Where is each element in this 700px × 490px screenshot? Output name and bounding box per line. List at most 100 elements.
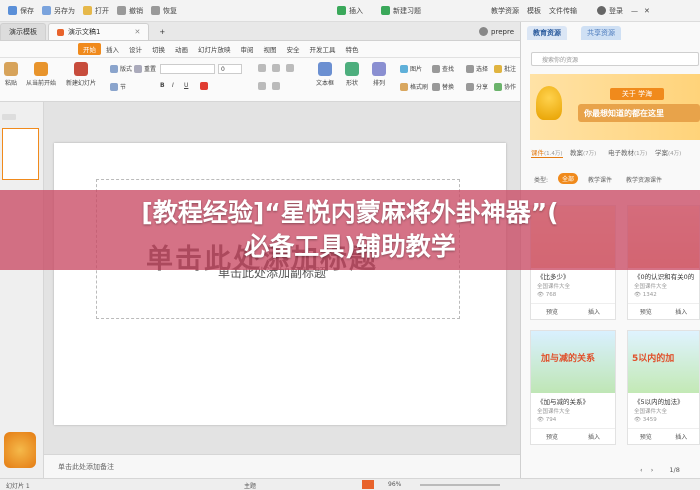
title-bar: 保存 另存为 打开 撤销 恢复 插入 新建习题 教学资源 模板 文件传输 登录 … [0, 0, 700, 22]
next-page-button[interactable]: › [651, 466, 654, 474]
paste-icon [4, 62, 18, 76]
preview-button[interactable]: 预览 [628, 307, 664, 316]
ribbon-tab[interactable]: 动画 [170, 44, 193, 54]
ribbon-tab[interactable]: 插入 [101, 44, 124, 54]
align-left-button[interactable] [258, 64, 266, 72]
prev-page-button[interactable]: ‹ [640, 466, 643, 474]
plus-icon: + [159, 27, 166, 36]
tab-templates[interactable]: 演示模板 [0, 23, 46, 40]
pane-tab[interactable] [2, 114, 16, 120]
category-courseware[interactable]: 课件(1.4万) [531, 147, 563, 158]
insert-button[interactable]: 插入 [573, 307, 615, 316]
minimize-icon: — [631, 6, 638, 15]
font-color-button[interactable] [200, 82, 208, 90]
comment-button[interactable]: 批注 [494, 64, 516, 73]
tab-edu-resources[interactable]: 教育资源 [527, 26, 567, 40]
play-slideshow-button[interactable] [362, 480, 374, 489]
user-indicator: prepre [479, 27, 514, 36]
category-ebook[interactable]: 电子教材(1万) [608, 147, 647, 157]
type-filter: 类型: 全部 教学课件 教学资源课件 [530, 172, 700, 186]
from-current-button[interactable]: 从当前开始 [26, 62, 56, 87]
tab-shared-resources[interactable]: 共享资源 [581, 26, 621, 40]
italic-button[interactable]: I [172, 82, 174, 89]
category-study-plan[interactable]: 学案(4万) [655, 147, 681, 157]
picture-button[interactable]: 图片 [400, 64, 422, 73]
new-lesson-button[interactable]: 新建习题 [381, 6, 421, 16]
minimize-button[interactable]: — [631, 7, 638, 15]
ribbon-tab[interactable]: 开发工具 [305, 44, 341, 54]
share-icon [466, 82, 474, 91]
close-button[interactable]: ✕ [644, 7, 650, 15]
preview-button[interactable]: 预览 [531, 307, 573, 316]
save-as-button[interactable]: 另存为 [42, 6, 75, 16]
ribbon-tab[interactable]: 开始 [78, 43, 101, 55]
promo-banner[interactable]: 关于 学海 你最想知道的都在这里 [530, 74, 700, 140]
align-center-icon [272, 64, 280, 72]
ribbon-tab[interactable]: 设计 [124, 44, 147, 54]
replace-button[interactable]: 替换 [432, 82, 454, 91]
mascot-icon[interactable] [4, 432, 36, 468]
new-lesson-icon [381, 6, 390, 15]
ribbon-tab[interactable]: 视图 [259, 44, 282, 54]
undo-button[interactable]: 撤销 [117, 6, 143, 16]
ribbon-tab[interactable]: 幻灯片放映 [193, 44, 236, 54]
ribbon-tab[interactable]: 特色 [341, 44, 364, 54]
layout-button[interactable]: 版式 [110, 64, 132, 73]
resource-card[interactable]: 5以内的加 《5以内的加法》 全国课件大全 👁 3459 预览 插入 [627, 330, 700, 445]
login-button[interactable]: 登录 [597, 6, 623, 16]
ribbon-tab[interactable]: 审阅 [236, 44, 259, 54]
ribbon-tab[interactable]: 安全 [282, 44, 305, 54]
pager: ‹ › 1/8 [640, 466, 680, 474]
align-center-button[interactable] [272, 64, 280, 72]
insert-button[interactable]: 插入 [573, 432, 615, 441]
underline-button[interactable]: U [184, 82, 188, 89]
format-painter-button[interactable]: 格式刷 [400, 82, 428, 91]
new-tab-button[interactable]: + [151, 23, 173, 40]
new-slide-button[interactable]: 新建幻灯片 [66, 62, 96, 87]
bullet-list-button[interactable] [258, 82, 266, 90]
align-right-icon [286, 64, 294, 72]
align-right-button[interactable] [286, 64, 294, 72]
insert-button[interactable]: 插入 [664, 432, 700, 441]
share-button[interactable]: 分享 [466, 82, 488, 91]
resource-search-input[interactable]: 搜索你的资源 [531, 52, 699, 66]
preview-button[interactable]: 预览 [628, 432, 664, 441]
insert-menu-button[interactable]: 插入 [337, 6, 363, 16]
resource-center-link[interactable]: 教学资源 [491, 6, 519, 16]
ribbon-tab[interactable]: 切换 [147, 44, 170, 54]
collab-button[interactable]: 协作 [494, 82, 516, 91]
font-name-select[interactable] [160, 64, 215, 74]
arrange-button[interactable]: 排列 [372, 62, 386, 87]
filter-all[interactable]: 全部 [558, 173, 579, 184]
ribbon-toolbar: 粘贴 从当前开始 新建幻灯片 版式 节 重置 0 B I U 文本框 形状 排列… [0, 58, 520, 102]
slide-thumbnail-1[interactable] [2, 128, 39, 180]
reset-button[interactable]: 重置 [134, 64, 156, 73]
section-button[interactable]: 节 [110, 82, 126, 91]
paste-button[interactable]: 粘贴 [4, 62, 18, 87]
filter-resource[interactable]: 教学资源课件 [626, 175, 662, 184]
close-tab-icon[interactable]: ✕ [134, 28, 140, 36]
notes-pane[interactable]: 单击此处添加备注 [44, 454, 520, 478]
redo-button[interactable]: 恢复 [151, 6, 177, 16]
save-button[interactable]: 保存 [8, 6, 34, 16]
resource-card[interactable]: 加与减的关系 《加与减的关系》 全国课件大全 👁 794 预览 插入 [530, 330, 616, 445]
find-button[interactable]: 查找 [432, 64, 454, 73]
file-transfer-link[interactable]: 文件传输 [549, 6, 577, 16]
shape-button[interactable]: 形状 [345, 62, 359, 87]
filter-courseware[interactable]: 教学课件 [588, 175, 612, 184]
select-button[interactable]: 选择 [466, 64, 488, 73]
open-button[interactable]: 打开 [83, 6, 109, 16]
shape-icon [345, 62, 359, 76]
category-lesson-plan[interactable]: 教案(7万) [570, 147, 596, 157]
textbox-button[interactable]: 文本框 [316, 62, 334, 87]
insert-button[interactable]: 插入 [664, 307, 700, 316]
zoom-slider[interactable] [420, 484, 500, 486]
textbox-icon [318, 62, 332, 76]
templates-link[interactable]: 模板 [527, 6, 541, 16]
font-size-select[interactable]: 0 [218, 64, 242, 74]
preview-button[interactable]: 预览 [531, 432, 573, 441]
banner-text: 你最想知道的都在这里 [578, 104, 700, 122]
numbered-list-button[interactable] [272, 82, 280, 90]
bold-button[interactable]: B [160, 82, 165, 89]
tab-document[interactable]: 演示文稿1 ✕ [48, 23, 150, 40]
